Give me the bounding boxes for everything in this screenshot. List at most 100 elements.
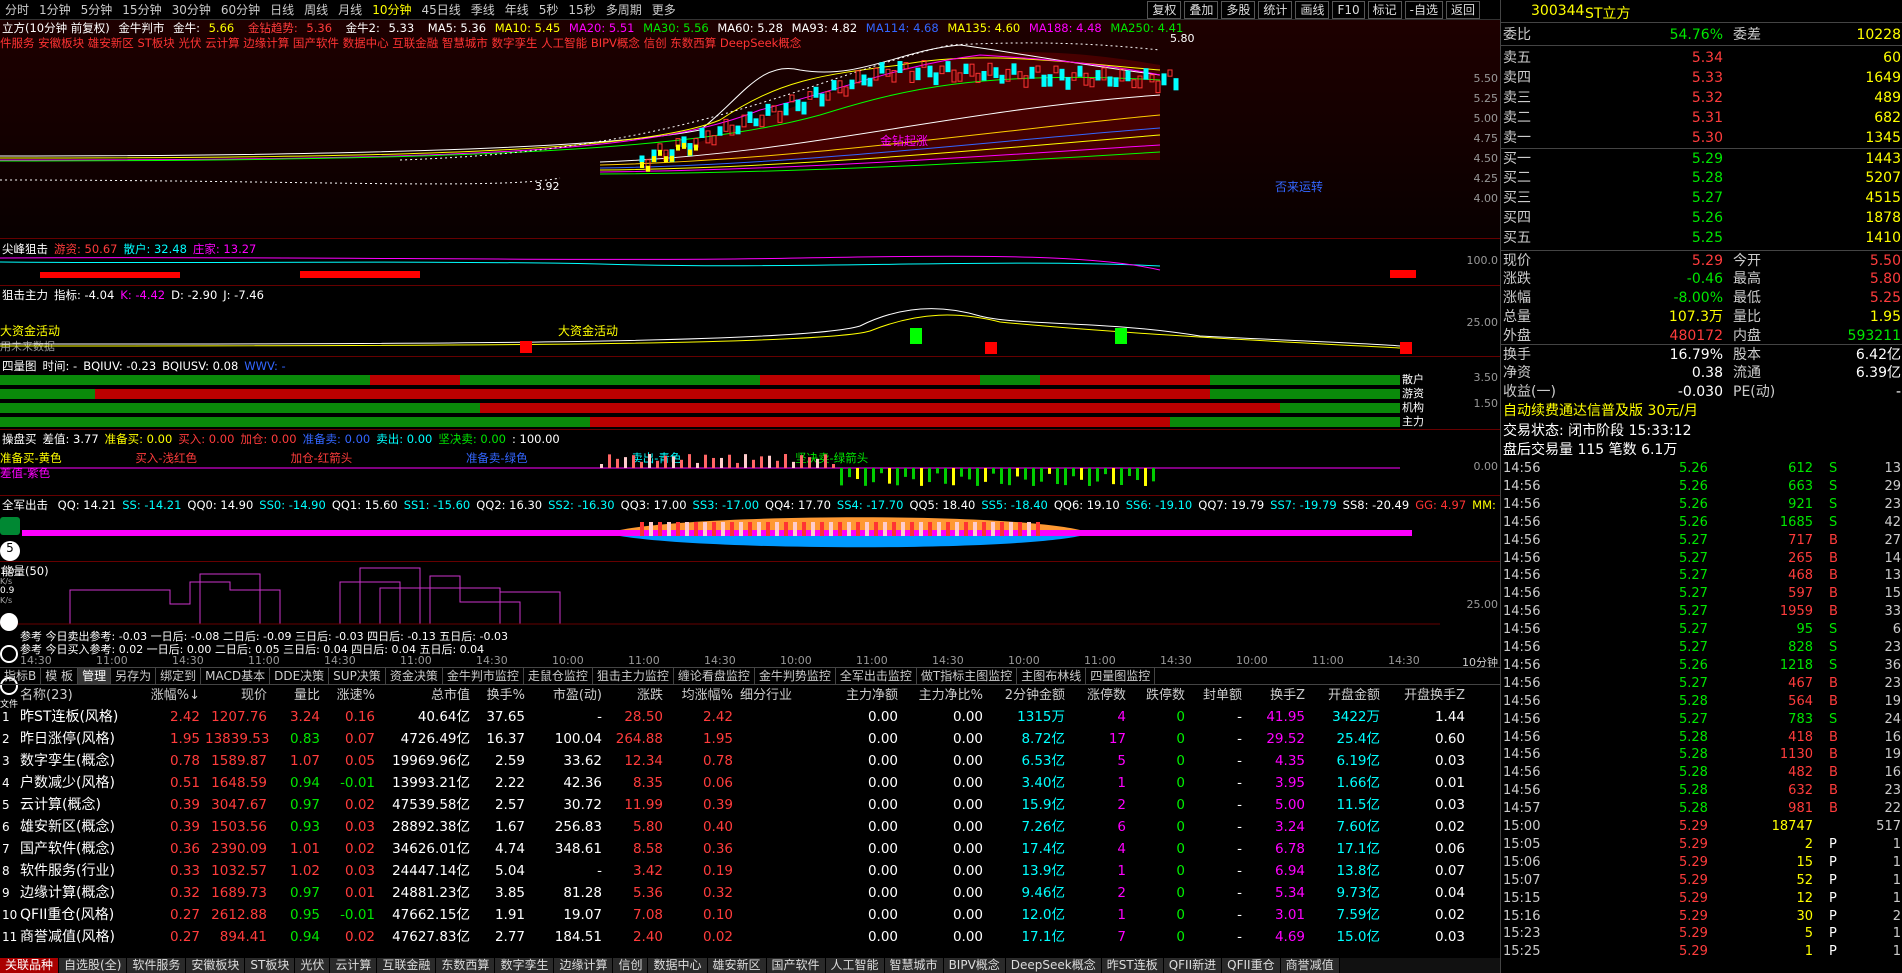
toolbar-button[interactable]: F10 xyxy=(1332,1,1365,19)
table-tab[interactable]: MACD基本 xyxy=(201,668,271,684)
sector-tab[interactable]: 光伏 xyxy=(295,958,331,973)
period-tab[interactable]: 周线 xyxy=(299,2,333,18)
panel-energy[interactable]: 能量(50) 25.00 参考 今日卖出参考: -0.03 一日后: -0.08… xyxy=(0,561,1500,667)
ask-row[interactable]: 卖三 5.32 489 xyxy=(1501,88,1902,109)
table-header-cell[interactable]: 开盘换手Z xyxy=(1390,686,1465,706)
shield-icon[interactable] xyxy=(0,517,20,535)
panel-peak-snipe[interactable]: 尖峰狙击 游资: 50.67 散户: 32.48 庄家: 13.27 100.0 xyxy=(0,240,1500,284)
period-tab[interactable]: 15秒 xyxy=(563,2,600,18)
table-row[interactable]: 11 商誉减值(风格) 0.27 894.41 0.94 0.02 47627.83亿 2.7… xyxy=(0,926,1500,948)
period-tab[interactable]: 10分钟 xyxy=(367,2,416,18)
chat-icon[interactable] xyxy=(0,645,18,663)
toolbar-button[interactable]: -自选 xyxy=(1404,1,1443,19)
table-tab[interactable]: SUP决策 xyxy=(329,668,386,684)
app-icon[interactable] xyxy=(0,613,18,631)
table-tab[interactable]: 模 板 xyxy=(41,668,79,684)
sector-tab[interactable]: 互联金融 xyxy=(377,958,437,973)
main-kline-chart[interactable]: 立方(10分钟 前复权) 金牛判市 金牛: 5.66 金钻趋势: 5.36 金牛… xyxy=(0,20,1500,238)
table-header-cell[interactable]: 均涨幅% xyxy=(665,686,733,706)
table-tab[interactable]: 做T指标主图监控 xyxy=(917,668,1018,684)
stock-name[interactable]: ST立方 xyxy=(1585,3,1630,23)
period-tab[interactable]: 15分钟 xyxy=(117,2,166,18)
speed-badge[interactable]: 5 xyxy=(0,541,20,561)
bid-row[interactable]: 买四 5.26 1878 xyxy=(1501,208,1902,229)
sector-tab[interactable]: BIPV概念 xyxy=(943,958,1006,973)
table-tab[interactable]: 金牛判市监控 xyxy=(443,668,524,684)
period-tab[interactable]: 30分钟 xyxy=(167,2,216,18)
table-header-cell[interactable]: 总市值 xyxy=(380,686,470,706)
period-tab[interactable]: 60分钟 xyxy=(216,2,265,18)
table-header-cell[interactable]: 现价 xyxy=(205,686,267,706)
toolbar-button[interactable]: 复权 xyxy=(1147,1,1182,19)
table-row[interactable]: 4 户数减少(风格) 0.51 1648.59 0.94 -0.01 13993.21亿 2.… xyxy=(0,772,1500,794)
sector-tab[interactable]: QFII重仓 xyxy=(1222,958,1281,973)
table-header-cell[interactable]: 涨速% xyxy=(325,686,375,706)
period-tab[interactable]: 5秒 xyxy=(534,2,564,18)
sector-tab[interactable]: 信创 xyxy=(613,958,649,973)
table-header-cell[interactable]: 换手% xyxy=(475,686,525,706)
sector-tab[interactable]: QFII新进 xyxy=(1163,958,1223,973)
table-row[interactable]: 7 国产软件(概念) 0.36 2390.09 1.01 0.02 34626.01亿 4.7… xyxy=(0,838,1500,860)
bid-row[interactable]: 买二 5.28 5207 xyxy=(1501,168,1902,189)
table-tab[interactable]: 管理 xyxy=(78,668,112,684)
table-tab[interactable]: 全军出击监控 xyxy=(836,668,917,684)
sector-tab[interactable]: 雄安新区 xyxy=(707,958,767,973)
table-tab[interactable]: 四量图监控 xyxy=(1086,668,1156,684)
table-header-cell[interactable]: 量比 xyxy=(270,686,320,706)
table-row[interactable]: 9 边缘计算(概念) 0.32 1689.73 0.97 0.01 24881.23亿 3.8… xyxy=(0,882,1500,904)
toolbar-button[interactable]: 返回 xyxy=(1445,1,1480,19)
period-tab[interactable]: 分时 xyxy=(0,2,34,18)
period-tab[interactable]: 月线 xyxy=(333,2,367,18)
table-tab[interactable]: 狙击主力监控 xyxy=(593,668,674,684)
ask-row[interactable]: 卖二 5.31 682 xyxy=(1501,108,1902,129)
table-tab[interactable]: 缠论看盘监控 xyxy=(674,668,755,684)
period-tab[interactable]: 1分钟 xyxy=(34,2,76,18)
table-row[interactable]: 5 云计算(概念) 0.39 3047.67 0.97 0.02 47539.58亿 2.57… xyxy=(0,794,1500,816)
table-header-cell[interactable]: 主力净比% xyxy=(905,686,983,706)
table-tab[interactable]: 另存为 xyxy=(111,668,157,684)
table-row[interactable]: 1 昨ST连板(风格) 2.42 1207.76 3.24 0.16 40.64亿 37.65… xyxy=(0,706,1500,728)
sector-tab[interactable]: 关联品种 xyxy=(0,958,60,973)
period-tab[interactable]: 年线 xyxy=(500,2,534,18)
table-header-cell[interactable]: 涨幅%↓ xyxy=(140,686,200,706)
period-tab[interactable]: 季线 xyxy=(466,2,500,18)
table-header-cell[interactable]: 跌停数 xyxy=(1130,686,1185,706)
table-header-cell[interactable]: 涨停数 xyxy=(1068,686,1126,706)
period-tab[interactable]: 更多 xyxy=(647,2,681,18)
panel-full-attack[interactable]: 全军出击 QQ: 14.21 SS: -14.21 QQ0: 14.90 SS0: -… xyxy=(0,495,1500,560)
table-row[interactable]: 10 QFII重仓(风格) 0.27 2612.88 0.95 -0.01 47662.15… xyxy=(0,904,1500,926)
ad-banner[interactable]: 自动续费通达信普及版 30元/月 xyxy=(1503,400,1698,420)
sector-tab[interactable]: 智慧城市 xyxy=(884,958,944,973)
table-header-cell[interactable]: 2分钟金额 xyxy=(985,686,1065,706)
panel-snipe-main[interactable]: 狙击主力 指标: -4.04 K: -4.42 D: -2.90 J: -7.46 大资… xyxy=(0,285,1500,355)
sector-tab[interactable]: 商誉减值 xyxy=(1280,958,1340,973)
sector-tab[interactable]: 边缘计算 xyxy=(554,958,614,973)
sector-tab[interactable]: 云计算 xyxy=(330,958,378,973)
table-header-cell[interactable]: 市盈(动) xyxy=(530,686,602,706)
table-header-cell[interactable]: 细分行业 xyxy=(740,686,820,706)
ask-row[interactable]: 卖五 5.34 60 xyxy=(1501,48,1902,69)
table-tab[interactable]: 主图布林线 xyxy=(1017,668,1087,684)
panel-trade-buy[interactable]: 操盘买 差值: 3.77 准备买: 0.00 买入: 0.00 加仓: 0.00 准备卖:… xyxy=(0,429,1500,494)
table-header-cell[interactable]: 换手Z xyxy=(1245,686,1305,706)
table-row[interactable]: 6 雄安新区(概念) 0.39 1503.56 0.93 0.03 28892.38亿 1.6… xyxy=(0,816,1500,838)
bid-row[interactable]: 买五 5.25 1410 xyxy=(1501,228,1902,249)
table-header-cell[interactable]: 主力净额 xyxy=(820,686,898,706)
period-tab[interactable]: 45日线 xyxy=(416,2,465,18)
ask-row[interactable]: 卖一 5.30 1345 xyxy=(1501,128,1902,149)
toolbar-button[interactable]: 叠加 xyxy=(1184,1,1219,19)
toolbar-button[interactable]: 画线 xyxy=(1295,1,1330,19)
panel-four-volume[interactable]: 四量图 时间: - BQIUV: -0.23 BQIUSV: 0.08 WWV: - 散… xyxy=(0,356,1500,428)
sector-tab[interactable]: 人工智能 xyxy=(825,958,885,973)
period-tab[interactable]: 多周期 xyxy=(601,2,647,18)
table-header-cell[interactable]: 涨跌 xyxy=(605,686,663,706)
toolbar-button[interactable]: 统计 xyxy=(1258,1,1293,19)
sector-tab[interactable]: 安徽板块 xyxy=(186,958,246,973)
toolbar-button[interactable]: 多股 xyxy=(1221,1,1256,19)
sector-tab[interactable]: ST板块 xyxy=(245,958,296,973)
table-header-cell[interactable]: 名称(23) xyxy=(20,686,140,706)
table-row[interactable]: 3 数字孪生(概念) 0.78 1589.87 1.07 0.05 19969.96亿 2.5… xyxy=(0,750,1500,772)
bid-row[interactable]: 买三 5.27 4515 xyxy=(1501,188,1902,209)
table-tab[interactable]: 走鼠仓监控 xyxy=(524,668,593,684)
sector-tab[interactable]: 软件服务 xyxy=(127,958,187,973)
